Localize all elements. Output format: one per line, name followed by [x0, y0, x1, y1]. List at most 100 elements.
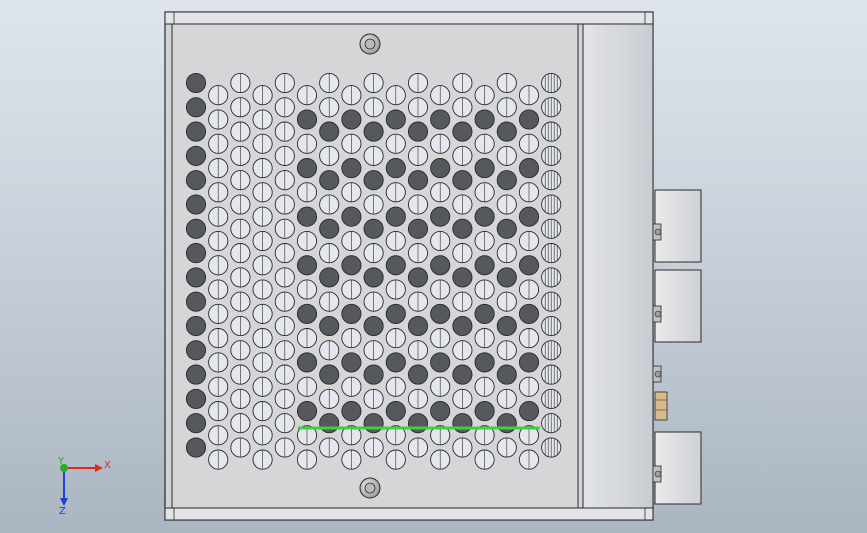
vent-hole	[430, 206, 451, 227]
enclosure-top-lip[interactable]	[164, 11, 654, 25]
vent-hole	[474, 109, 495, 130]
vent-hole	[185, 267, 207, 288]
screw-bottom[interactable]	[359, 477, 381, 499]
enclosure-bottom-lip[interactable]	[164, 507, 654, 521]
terminal-block-1[interactable]	[652, 189, 702, 263]
vent-hole	[185, 170, 207, 191]
vent-hole	[385, 206, 406, 227]
vent-hole	[452, 315, 473, 337]
vent-hole	[385, 401, 406, 422]
vent-hole	[407, 413, 429, 434]
vent-hole	[341, 206, 362, 227]
terminal-connector[interactable]	[652, 365, 668, 421]
vent-hole	[363, 267, 384, 288]
terminal-block-2[interactable]	[652, 269, 702, 343]
vent-hole	[296, 206, 318, 227]
vent-hole	[385, 109, 406, 130]
vent-hole	[185, 315, 207, 337]
vent-hole	[319, 267, 340, 288]
vent-hole	[185, 97, 207, 118]
vent-hole	[185, 145, 207, 166]
vent-hole	[185, 291, 207, 312]
vent-hole	[363, 170, 384, 191]
vent-hole	[385, 255, 406, 276]
vent-hole	[319, 413, 340, 434]
triad-x-label: X	[104, 460, 111, 471]
vent-hole	[518, 109, 540, 130]
vent-hole	[185, 218, 207, 239]
vent-hole	[452, 413, 473, 434]
vent-hole	[185, 72, 207, 94]
vent-hole	[430, 255, 451, 276]
vent-hole	[341, 303, 362, 324]
vent-hole	[363, 413, 384, 434]
vent-hole	[385, 303, 406, 324]
perforated-face[interactable]	[171, 23, 579, 509]
vent-hole	[407, 218, 429, 239]
vent-hole	[363, 121, 384, 142]
vent-hole	[474, 303, 495, 324]
vent-hole	[363, 315, 384, 337]
vent-hole	[452, 121, 473, 142]
vent-hole	[496, 267, 517, 288]
vent-hole	[518, 401, 540, 422]
vent-hole	[385, 352, 406, 373]
vent-hole	[496, 413, 517, 434]
vent-hole	[185, 121, 207, 142]
vent-hole	[185, 340, 207, 361]
vent-hole	[496, 218, 517, 239]
vent-hole	[185, 413, 207, 434]
cad-viewport[interactable]: X Y Z	[0, 0, 867, 533]
vent-hole	[496, 121, 517, 142]
vent-hole	[341, 401, 362, 422]
vent-hole	[296, 352, 318, 373]
vent-hole	[430, 158, 451, 179]
triad-y-label: Y	[57, 456, 65, 467]
vent-hole	[452, 267, 473, 288]
vent-hole	[341, 255, 362, 276]
vent-hole	[407, 267, 429, 288]
vent-hole	[341, 109, 362, 130]
vent-hole	[341, 352, 362, 373]
vent-hole	[319, 218, 340, 239]
screw-top[interactable]	[359, 33, 381, 55]
vent-hole	[496, 170, 517, 191]
vent-hole	[430, 401, 451, 422]
vent-hole	[518, 158, 540, 179]
vent-hole	[407, 315, 429, 337]
vent-hole	[474, 401, 495, 422]
vent-hole	[385, 158, 406, 179]
vent-hole	[474, 352, 495, 373]
vent-hole	[319, 364, 340, 385]
vent-hole	[430, 303, 451, 324]
side-panel[interactable]	[582, 23, 654, 509]
vent-hole	[296, 401, 318, 422]
orientation-triad: X Y Z	[57, 456, 111, 517]
vent-hole	[296, 255, 318, 276]
vent-hole	[430, 109, 451, 130]
vent-hole	[185, 364, 207, 385]
vent-hole	[474, 255, 495, 276]
vent-hole	[474, 158, 495, 179]
vent-hole	[407, 364, 429, 385]
vent-hole	[430, 352, 451, 373]
vent-hole	[518, 255, 540, 276]
vent-hole	[407, 121, 429, 142]
vent-hole	[341, 158, 362, 179]
vent-hole	[407, 170, 429, 191]
vent-hole	[363, 218, 384, 239]
triad-z-label: Z	[59, 506, 66, 517]
vent-hole	[496, 315, 517, 337]
vent-hole	[518, 303, 540, 324]
vent-hole	[185, 437, 207, 458]
vent-hole	[452, 170, 473, 191]
vent-hole	[185, 388, 207, 409]
vent-hole	[296, 109, 318, 130]
vent-hole	[452, 218, 473, 239]
vent-hole	[319, 315, 340, 337]
vent-hole	[363, 364, 384, 385]
vent-hole	[452, 364, 473, 385]
terminal-block-3[interactable]	[652, 431, 702, 505]
vent-hole	[319, 121, 340, 142]
vent-hole	[319, 170, 340, 191]
